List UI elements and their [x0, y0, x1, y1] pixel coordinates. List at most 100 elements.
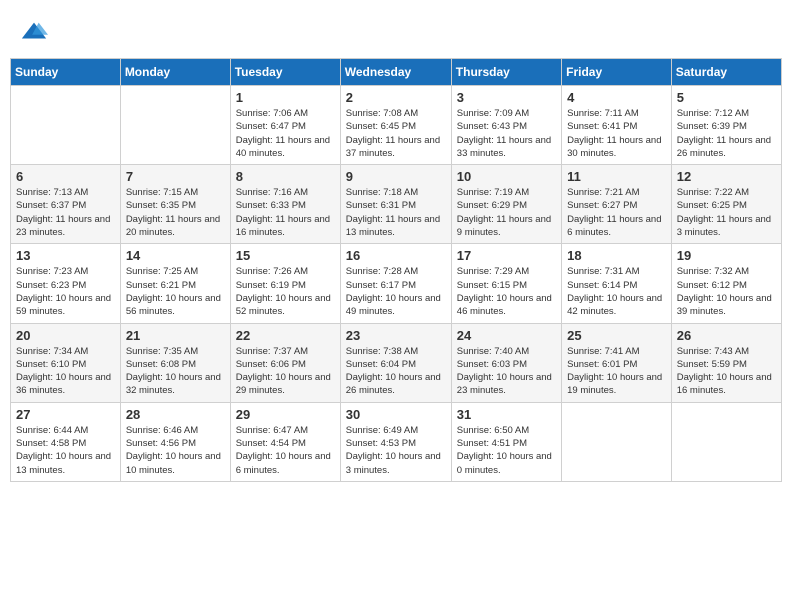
- day-header-tuesday: Tuesday: [230, 59, 340, 86]
- day-number: 15: [236, 248, 335, 263]
- day-cell: [562, 402, 672, 481]
- day-cell: 3 Sunrise: 7:09 AM Sunset: 6:43 PM Daylig…: [451, 86, 561, 165]
- day-info: Sunrise: 7:08 AM Sunset: 6:45 PM Dayligh…: [346, 107, 446, 160]
- day-cell: 2Sunrise: 7:08 AM Sunset: 6:45 PM Daylig…: [340, 86, 451, 165]
- day-cell: 31 Sunrise: 6:50 AM Sunset: 4:51 PM Dayli…: [451, 402, 561, 481]
- day-number: 30: [346, 407, 446, 422]
- day-info: Sunrise: 7:09 AM Sunset: 6:43 PM Dayligh…: [457, 107, 556, 160]
- day-info: Sunrise: 7:26 AM Sunset: 6:19 PM Dayligh…: [236, 265, 335, 318]
- day-number: 16: [346, 248, 446, 263]
- day-cell: 26 Sunrise: 7:43 AM Sunset: 5:59 PM Dayli…: [671, 323, 781, 402]
- day-cell: 8Sunrise: 7:16 AM Sunset: 6:33 PM Daylig…: [230, 165, 340, 244]
- day-cell: 28Sunrise: 6:46 AM Sunset: 4:56 PM Dayli…: [120, 402, 230, 481]
- day-info: Sunrise: 7:35 AM Sunset: 6:08 PM Dayligh…: [126, 345, 225, 398]
- day-cell: 11Sunrise: 7:21 AM Sunset: 6:27 PM Dayli…: [562, 165, 672, 244]
- day-number: 7: [126, 169, 225, 184]
- logo-icon: [20, 18, 48, 46]
- day-info: Sunrise: 7:12 AM Sunset: 6:39 PM Dayligh…: [677, 107, 776, 160]
- day-info: Sunrise: 7:38 AM Sunset: 6:04 PM Dayligh…: [346, 345, 446, 398]
- day-cell: 30 Sunrise: 6:49 AM Sunset: 4:53 PM Dayli…: [340, 402, 451, 481]
- week-row-2: 6 Sunrise: 7:13 AM Sunset: 6:37 PM Daylig…: [11, 165, 782, 244]
- day-info: Sunrise: 6:50 AM Sunset: 4:51 PM Dayligh…: [457, 424, 556, 477]
- day-number: 3: [457, 90, 556, 105]
- days-header-row: SundayMondayTuesdayWednesdayThursdayFrid…: [11, 59, 782, 86]
- week-row-3: 13Sunrise: 7:23 AM Sunset: 6:23 PM Dayli…: [11, 244, 782, 323]
- day-number: 28: [126, 407, 225, 422]
- day-header-wednesday: Wednesday: [340, 59, 451, 86]
- day-cell: 17Sunrise: 7:29 AM Sunset: 6:15 PM Dayli…: [451, 244, 561, 323]
- day-cell: 14Sunrise: 7:25 AM Sunset: 6:21 PM Dayli…: [120, 244, 230, 323]
- day-cell: 18 Sunrise: 7:31 AM Sunset: 6:14 PM Dayli…: [562, 244, 672, 323]
- day-cell: 1 Sunrise: 7:06 AM Sunset: 6:47 PM Daylig…: [230, 86, 340, 165]
- day-number: 1: [236, 90, 335, 105]
- day-cell: 19 Sunrise: 7:32 AM Sunset: 6:12 PM Dayli…: [671, 244, 781, 323]
- day-number: 25: [567, 328, 666, 343]
- day-info: Sunrise: 7:18 AM Sunset: 6:31 PM Dayligh…: [346, 186, 446, 239]
- day-info: Sunrise: 7:43 AM Sunset: 5:59 PM Dayligh…: [677, 345, 776, 398]
- day-number: 24: [457, 328, 556, 343]
- day-info: Sunrise: 7:29 AM Sunset: 6:15 PM Dayligh…: [457, 265, 556, 318]
- day-number: 26: [677, 328, 776, 343]
- day-cell: 22 Sunrise: 7:37 AM Sunset: 6:06 PM Dayli…: [230, 323, 340, 402]
- week-row-4: 20 Sunrise: 7:34 AM Sunset: 6:10 PM Dayli…: [11, 323, 782, 402]
- week-row-1: 1 Sunrise: 7:06 AM Sunset: 6:47 PM Daylig…: [11, 86, 782, 165]
- day-number: 14: [126, 248, 225, 263]
- header: [10, 10, 782, 52]
- day-number: 21: [126, 328, 225, 343]
- day-number: 6: [16, 169, 115, 184]
- day-info: Sunrise: 7:15 AM Sunset: 6:35 PM Dayligh…: [126, 186, 225, 239]
- day-info: Sunrise: 7:13 AM Sunset: 6:37 PM Dayligh…: [16, 186, 115, 239]
- day-header-friday: Friday: [562, 59, 672, 86]
- day-cell: [671, 402, 781, 481]
- day-info: Sunrise: 7:06 AM Sunset: 6:47 PM Dayligh…: [236, 107, 335, 160]
- day-cell: 4Sunrise: 7:11 AM Sunset: 6:41 PM Daylig…: [562, 86, 672, 165]
- day-number: 8: [236, 169, 335, 184]
- day-cell: 20 Sunrise: 7:34 AM Sunset: 6:10 PM Dayli…: [11, 323, 121, 402]
- day-cell: 25 Sunrise: 7:41 AM Sunset: 6:01 PM Dayli…: [562, 323, 672, 402]
- day-number: 12: [677, 169, 776, 184]
- day-info: Sunrise: 7:31 AM Sunset: 6:14 PM Dayligh…: [567, 265, 666, 318]
- day-cell: 16 Sunrise: 7:28 AM Sunset: 6:17 PM Dayli…: [340, 244, 451, 323]
- day-info: Sunrise: 7:23 AM Sunset: 6:23 PM Dayligh…: [16, 265, 115, 318]
- day-number: 10: [457, 169, 556, 184]
- day-number: 20: [16, 328, 115, 343]
- day-info: Sunrise: 6:47 AM Sunset: 4:54 PM Dayligh…: [236, 424, 335, 477]
- day-number: 9: [346, 169, 446, 184]
- day-info: Sunrise: 7:37 AM Sunset: 6:06 PM Dayligh…: [236, 345, 335, 398]
- day-cell: 9 Sunrise: 7:18 AM Sunset: 6:31 PM Daylig…: [340, 165, 451, 244]
- day-number: 5: [677, 90, 776, 105]
- day-info: Sunrise: 7:11 AM Sunset: 6:41 PM Dayligh…: [567, 107, 666, 160]
- day-header-monday: Monday: [120, 59, 230, 86]
- day-info: Sunrise: 6:44 AM Sunset: 4:58 PM Dayligh…: [16, 424, 115, 477]
- day-info: Sunrise: 7:28 AM Sunset: 6:17 PM Dayligh…: [346, 265, 446, 318]
- day-cell: 12Sunrise: 7:22 AM Sunset: 6:25 PM Dayli…: [671, 165, 781, 244]
- day-cell: 29 Sunrise: 6:47 AM Sunset: 4:54 PM Dayli…: [230, 402, 340, 481]
- day-cell: 10 Sunrise: 7:19 AM Sunset: 6:29 PM Dayli…: [451, 165, 561, 244]
- day-cell: 7 Sunrise: 7:15 AM Sunset: 6:35 PM Daylig…: [120, 165, 230, 244]
- day-info: Sunrise: 6:49 AM Sunset: 4:53 PM Dayligh…: [346, 424, 446, 477]
- day-header-sunday: Sunday: [11, 59, 121, 86]
- day-info: Sunrise: 7:19 AM Sunset: 6:29 PM Dayligh…: [457, 186, 556, 239]
- day-number: 19: [677, 248, 776, 263]
- day-info: Sunrise: 7:34 AM Sunset: 6:10 PM Dayligh…: [16, 345, 115, 398]
- day-number: 23: [346, 328, 446, 343]
- week-row-5: 27Sunrise: 6:44 AM Sunset: 4:58 PM Dayli…: [11, 402, 782, 481]
- day-number: 31: [457, 407, 556, 422]
- day-header-saturday: Saturday: [671, 59, 781, 86]
- day-number: 22: [236, 328, 335, 343]
- day-header-thursday: Thursday: [451, 59, 561, 86]
- day-info: Sunrise: 7:32 AM Sunset: 6:12 PM Dayligh…: [677, 265, 776, 318]
- day-number: 29: [236, 407, 335, 422]
- day-cell: 15 Sunrise: 7:26 AM Sunset: 6:19 PM Dayli…: [230, 244, 340, 323]
- day-cell: 6 Sunrise: 7:13 AM Sunset: 6:37 PM Daylig…: [11, 165, 121, 244]
- day-number: 18: [567, 248, 666, 263]
- calendar: SundayMondayTuesdayWednesdayThursdayFrid…: [10, 58, 782, 482]
- day-cell: 27Sunrise: 6:44 AM Sunset: 4:58 PM Dayli…: [11, 402, 121, 481]
- day-info: Sunrise: 7:21 AM Sunset: 6:27 PM Dayligh…: [567, 186, 666, 239]
- day-info: Sunrise: 7:41 AM Sunset: 6:01 PM Dayligh…: [567, 345, 666, 398]
- day-cell: 21 Sunrise: 7:35 AM Sunset: 6:08 PM Dayli…: [120, 323, 230, 402]
- day-cell: 13Sunrise: 7:23 AM Sunset: 6:23 PM Dayli…: [11, 244, 121, 323]
- logo: [20, 18, 52, 46]
- calendar-body: 1 Sunrise: 7:06 AM Sunset: 6:47 PM Daylig…: [11, 86, 782, 482]
- day-cell: [11, 86, 121, 165]
